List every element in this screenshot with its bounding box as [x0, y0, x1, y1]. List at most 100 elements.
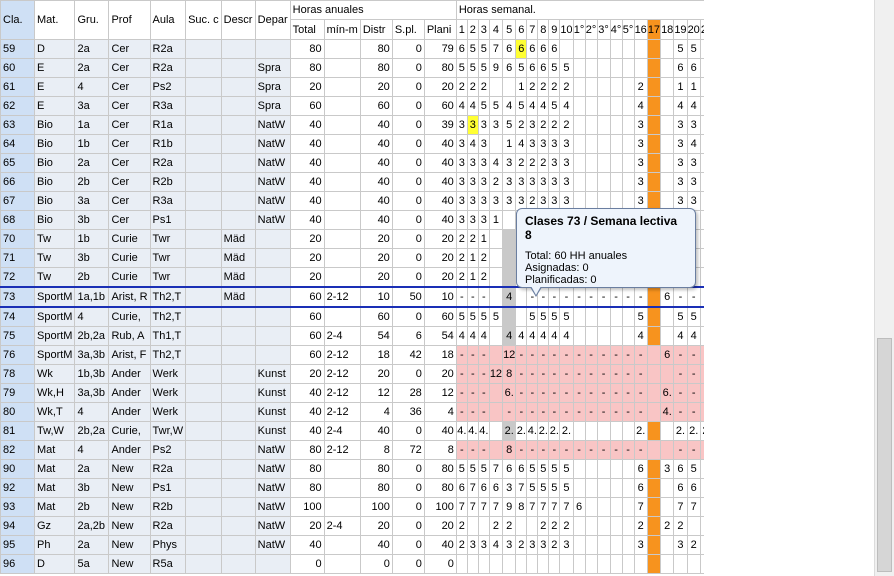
- week-cell[interactable]: 6: [526, 58, 539, 78]
- week-cell[interactable]: 4: [502, 326, 517, 346]
- week-cell[interactable]: [584, 535, 598, 555]
- week-cell[interactable]: [584, 478, 598, 498]
- table-row[interactable]: 92Mat3bNewPs1NatW808008067663755556666: [0, 478, 715, 498]
- cell-aula[interactable]: R2a: [149, 459, 187, 479]
- week-cell[interactable]: [609, 326, 623, 346]
- week-cell[interactable]: -: [548, 383, 561, 403]
- cell-suc[interactable]: [185, 383, 222, 403]
- cell-minm[interactable]: [323, 134, 361, 154]
- week-cell[interactable]: 4: [537, 96, 550, 116]
- week-cell[interactable]: 5: [548, 96, 561, 116]
- cell-depa[interactable]: Kunst: [254, 383, 291, 403]
- week-cell[interactable]: 4: [466, 134, 479, 154]
- cell-mat[interactable]: Bio: [33, 210, 76, 230]
- cell-aula[interactable]: Werk: [149, 402, 187, 422]
- cell-suc[interactable]: [185, 267, 222, 288]
- week-cell[interactable]: 6: [686, 58, 701, 78]
- cell-descr[interactable]: [220, 115, 256, 135]
- table-row[interactable]: 80 Wk,T 4 Ander Werk Kunst 40 2-12 4 36 4- - - - - - - - -…: [0, 402, 715, 422]
- week-cell[interactable]: [609, 478, 623, 498]
- week-cell[interactable]: [621, 96, 635, 116]
- week-cell[interactable]: [646, 440, 662, 460]
- cell-cla[interactable]: 76: [0, 345, 35, 365]
- week-cell[interactable]: [609, 306, 623, 327]
- week-cell[interactable]: 2: [686, 535, 701, 555]
- week-cell[interactable]: 5: [526, 306, 539, 327]
- week-cell[interactable]: 3: [559, 172, 574, 192]
- week-cell[interactable]: -: [572, 440, 586, 460]
- cell-minm[interactable]: 2-4: [323, 421, 361, 441]
- cell-gru[interactable]: 3a,3b: [74, 383, 110, 403]
- cell-gru[interactable]: 3b: [74, 478, 110, 498]
- cell-prof[interactable]: Curie: [108, 248, 151, 268]
- table-row[interactable]: 65Bio2aCerR2aNatW404004033343222333333: [0, 153, 715, 173]
- week-cell[interactable]: 3: [686, 115, 701, 135]
- cell-gru[interactable]: 1a: [74, 115, 110, 135]
- cell-descr[interactable]: [220, 96, 256, 116]
- week-cell[interactable]: 2: [548, 77, 561, 97]
- week-cell[interactable]: -: [572, 286, 586, 308]
- cell-minm[interactable]: [323, 248, 361, 268]
- week-cell[interactable]: 3: [559, 134, 574, 154]
- week-cell[interactable]: -: [686, 345, 701, 365]
- cell-minm[interactable]: [323, 210, 361, 230]
- cell-suc[interactable]: [185, 402, 222, 422]
- week-cell[interactable]: -: [673, 364, 688, 384]
- cell-suc[interactable]: [185, 478, 222, 498]
- cell-aula[interactable]: R2b: [149, 172, 187, 192]
- cell-suc[interactable]: [185, 191, 222, 211]
- week-cell[interactable]: -: [537, 364, 550, 384]
- week-cell[interactable]: -: [621, 364, 635, 384]
- cell-minm[interactable]: [323, 535, 361, 555]
- cell-total[interactable]: 60: [289, 286, 325, 308]
- week-cell[interactable]: 7: [466, 478, 479, 498]
- week-cell[interactable]: -: [526, 440, 539, 460]
- week-cell[interactable]: 5: [466, 459, 479, 479]
- table-row[interactable]: 90Mat2aNewR2aNatW8080080555766555563656: [0, 459, 715, 479]
- cell-descr[interactable]: [220, 306, 256, 327]
- week-cell[interactable]: -: [572, 345, 586, 365]
- week-cell[interactable]: 3: [686, 153, 701, 173]
- week-cell[interactable]: -: [584, 345, 598, 365]
- cell-cla[interactable]: 74: [0, 306, 35, 327]
- table-row[interactable]: 94Gz2a,2bNewR2aNatW202-4200202222222222: [0, 516, 715, 536]
- cell-suc[interactable]: [185, 172, 222, 192]
- cell-descr[interactable]: Mäd: [220, 248, 256, 268]
- week-cell[interactable]: [488, 134, 504, 154]
- week-cell[interactable]: 3: [548, 153, 561, 173]
- week-cell[interactable]: [660, 554, 675, 574]
- cell-aula[interactable]: Werk: [149, 364, 187, 384]
- week-cell[interactable]: -: [621, 383, 635, 403]
- week-cell[interactable]: 5: [455, 58, 468, 78]
- cell-prof[interactable]: New: [108, 459, 151, 479]
- week-cell[interactable]: [526, 516, 539, 536]
- week-cell[interactable]: [609, 459, 623, 479]
- cell-mat[interactable]: Bio: [33, 172, 76, 192]
- week-cell[interactable]: 3: [466, 191, 479, 211]
- cell-depa[interactable]: [254, 306, 291, 327]
- cell-depa[interactable]: [254, 267, 291, 288]
- week-cell[interactable]: 3: [488, 191, 504, 211]
- cell-aula[interactable]: Ps2: [149, 77, 187, 97]
- cell-spl[interactable]: 0: [391, 554, 425, 574]
- week-cell[interactable]: 2: [502, 516, 517, 536]
- week-cell[interactable]: -: [537, 345, 550, 365]
- week-cell[interactable]: -: [559, 440, 574, 460]
- week-cell[interactable]: 2: [537, 153, 550, 173]
- week-cell[interactable]: [526, 554, 539, 574]
- week-cell[interactable]: [584, 326, 598, 346]
- cell-cla[interactable]: 70: [0, 229, 35, 249]
- cell-spl[interactable]: 0: [391, 191, 425, 211]
- week-cell[interactable]: 6: [633, 478, 648, 498]
- week-cell[interactable]: 5: [477, 96, 490, 116]
- header-suc[interactable]: Suc. c: [185, 0, 222, 40]
- cell-distr[interactable]: 40: [359, 535, 393, 555]
- week-cell[interactable]: 3: [466, 153, 479, 173]
- header-aula[interactable]: Aula: [149, 0, 187, 40]
- cell-gru[interactable]: 5a: [74, 554, 110, 574]
- header-week-17[interactable]: 17: [646, 19, 662, 40]
- week-cell[interactable]: [488, 402, 504, 422]
- week-cell[interactable]: 3: [526, 134, 539, 154]
- week-cell[interactable]: [488, 440, 504, 460]
- cell-minm[interactable]: [323, 115, 361, 135]
